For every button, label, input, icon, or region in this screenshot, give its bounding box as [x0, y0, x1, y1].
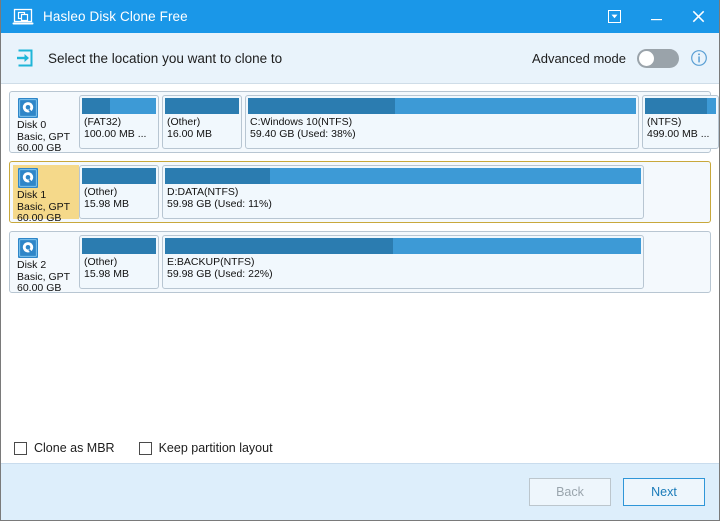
- partition-usage-bar: [82, 238, 156, 254]
- disk-header: Disk 0 Basic, GPT 60.00 GB: [13, 95, 79, 154]
- partition-free: [110, 98, 156, 114]
- disk-size: 60.00 GB: [17, 212, 62, 225]
- partition-label: (FAT32): [84, 116, 122, 128]
- next-button[interactable]: Next: [623, 478, 705, 506]
- partition-size: 59.98 GB (Used: 11%): [167, 198, 272, 211]
- partition-used: [165, 98, 239, 114]
- checkbox-box[interactable]: [138, 441, 152, 455]
- disk-row[interactable]: Disk 1 Basic, GPT 60.00 GB (Other) 15.98 MB D…: [9, 161, 711, 224]
- partition-used: [645, 98, 708, 114]
- partition-label: D:DATA(NTFS): [167, 186, 239, 198]
- partition-usage-bar: [645, 98, 716, 114]
- partition-size: 499.00 MB ...: [647, 128, 710, 141]
- partition-usage-bar: [248, 98, 636, 114]
- partition-block[interactable]: (Other) 16.00 MB: [162, 95, 242, 149]
- partition-free: [707, 98, 716, 114]
- partition-label: E:BACKUP(NTFS): [167, 256, 255, 268]
- partition-label: (NTFS): [647, 116, 682, 128]
- partition-used: [248, 98, 396, 114]
- step-title: Select the location you want to clone to: [48, 50, 283, 66]
- step-header: Select the location you want to clone to…: [1, 33, 719, 84]
- hard-disk-icon: [17, 167, 39, 189]
- disk-name: Disk 1: [17, 189, 47, 201]
- restore-button[interactable]: [593, 0, 635, 33]
- checkbox-label: Clone as MBR: [34, 441, 115, 455]
- partition-size: 100.00 MB ...: [84, 128, 147, 141]
- disk-row[interactable]: Disk 0 Basic, GPT 60.00 GB (FAT32) 100.00 MB…: [9, 91, 719, 154]
- partition-label: (Other): [84, 186, 118, 198]
- partition-block[interactable]: (FAT32) 100.00 MB ...: [79, 95, 159, 149]
- hard-disk-icon: [17, 237, 39, 259]
- disk-header: Disk 2 Basic, GPT 60.00 GB: [13, 235, 79, 294]
- partition-size: 59.98 GB (Used: 22%): [167, 268, 273, 281]
- app-window: Hasleo Disk Clone Free Select the locati…: [0, 0, 720, 521]
- partition-strip: (Other) 15.98 MB E:BACKUP(NTFS) 59.98 GB (U…: [79, 235, 707, 289]
- back-button[interactable]: Back: [529, 478, 611, 506]
- partition-size: 16.00 MB: [167, 128, 212, 141]
- option-checkbox[interactable]: Keep partition layout: [138, 441, 273, 455]
- partition-label: (Other): [167, 116, 201, 128]
- partition-usage-bar: [165, 98, 239, 114]
- window-controls: [593, 0, 719, 33]
- partition-strip: (FAT32) 100.00 MB ... (Other) 16.00 MB C:Win…: [79, 95, 719, 149]
- option-checkbox[interactable]: Clone as MBR: [14, 441, 115, 455]
- clone-options: Clone as MBR Keep partition layout: [1, 433, 719, 463]
- partition-free: [269, 168, 641, 184]
- partition-usage-bar: [82, 98, 156, 114]
- disk-name: Disk 0: [17, 119, 47, 131]
- partition-label: (Other): [84, 256, 118, 268]
- partition-block[interactable]: (NTFS) 499.00 MB ...: [642, 95, 719, 149]
- checkbox-label: Keep partition layout: [158, 441, 273, 455]
- disk-name: Disk 2: [17, 259, 47, 271]
- minimize-button[interactable]: [635, 0, 677, 33]
- app-icon: [12, 6, 34, 28]
- hard-disk-icon: [17, 97, 39, 119]
- partition-size: 59.40 GB (Used: 38%): [250, 128, 356, 141]
- partition-usage-bar: [165, 168, 641, 184]
- partition-usage-bar: [165, 238, 641, 254]
- partition-free: [393, 238, 641, 254]
- partition-block[interactable]: E:BACKUP(NTFS) 59.98 GB (Used: 22%): [162, 235, 644, 289]
- info-icon[interactable]: [690, 49, 708, 67]
- toggle-knob: [639, 50, 654, 66]
- partition-block[interactable]: (Other) 15.98 MB: [79, 235, 159, 289]
- disk-size: 60.00 GB: [17, 282, 62, 295]
- partition-free: [395, 98, 636, 114]
- partition-used: [82, 168, 156, 184]
- disk-size: 60.00 GB: [17, 142, 62, 155]
- partition-size: 15.98 MB: [84, 268, 129, 281]
- clone-target-icon: [14, 47, 36, 69]
- partition-label: C:Windows 10(NTFS): [250, 116, 353, 128]
- partition-used: [165, 168, 270, 184]
- close-button[interactable]: [677, 0, 719, 33]
- partition-used: [82, 98, 111, 114]
- checkbox-box[interactable]: [14, 441, 27, 455]
- partition-used: [165, 238, 394, 254]
- partition-block[interactable]: D:DATA(NTFS) 59.98 GB (Used: 11%): [162, 165, 644, 219]
- disk-header: Disk 1 Basic, GPT 60.00 GB: [13, 165, 79, 224]
- partition-block[interactable]: (Other) 15.98 MB: [79, 165, 159, 219]
- footer-bar: Back Next: [1, 463, 719, 520]
- partition-usage-bar: [82, 168, 156, 184]
- partition-block[interactable]: C:Windows 10(NTFS) 59.40 GB (Used: 38%): [245, 95, 639, 149]
- advanced-mode-toggle[interactable]: [637, 48, 679, 68]
- disk-list: Disk 0 Basic, GPT 60.00 GB (FAT32) 100.00 MB…: [1, 84, 719, 433]
- title-bar: Hasleo Disk Clone Free: [1, 0, 719, 33]
- partition-strip: (Other) 15.98 MB D:DATA(NTFS) 59.98 GB (Use…: [79, 165, 707, 219]
- disk-row[interactable]: Disk 2 Basic, GPT 60.00 GB (Other) 15.98 MB E…: [9, 231, 711, 294]
- toolbar-right: Advanced mode: [532, 33, 708, 83]
- window-title: Hasleo Disk Clone Free: [43, 9, 188, 24]
- advanced-mode-label: Advanced mode: [532, 50, 626, 66]
- partition-used: [82, 238, 156, 254]
- partition-size: 15.98 MB: [84, 198, 129, 211]
